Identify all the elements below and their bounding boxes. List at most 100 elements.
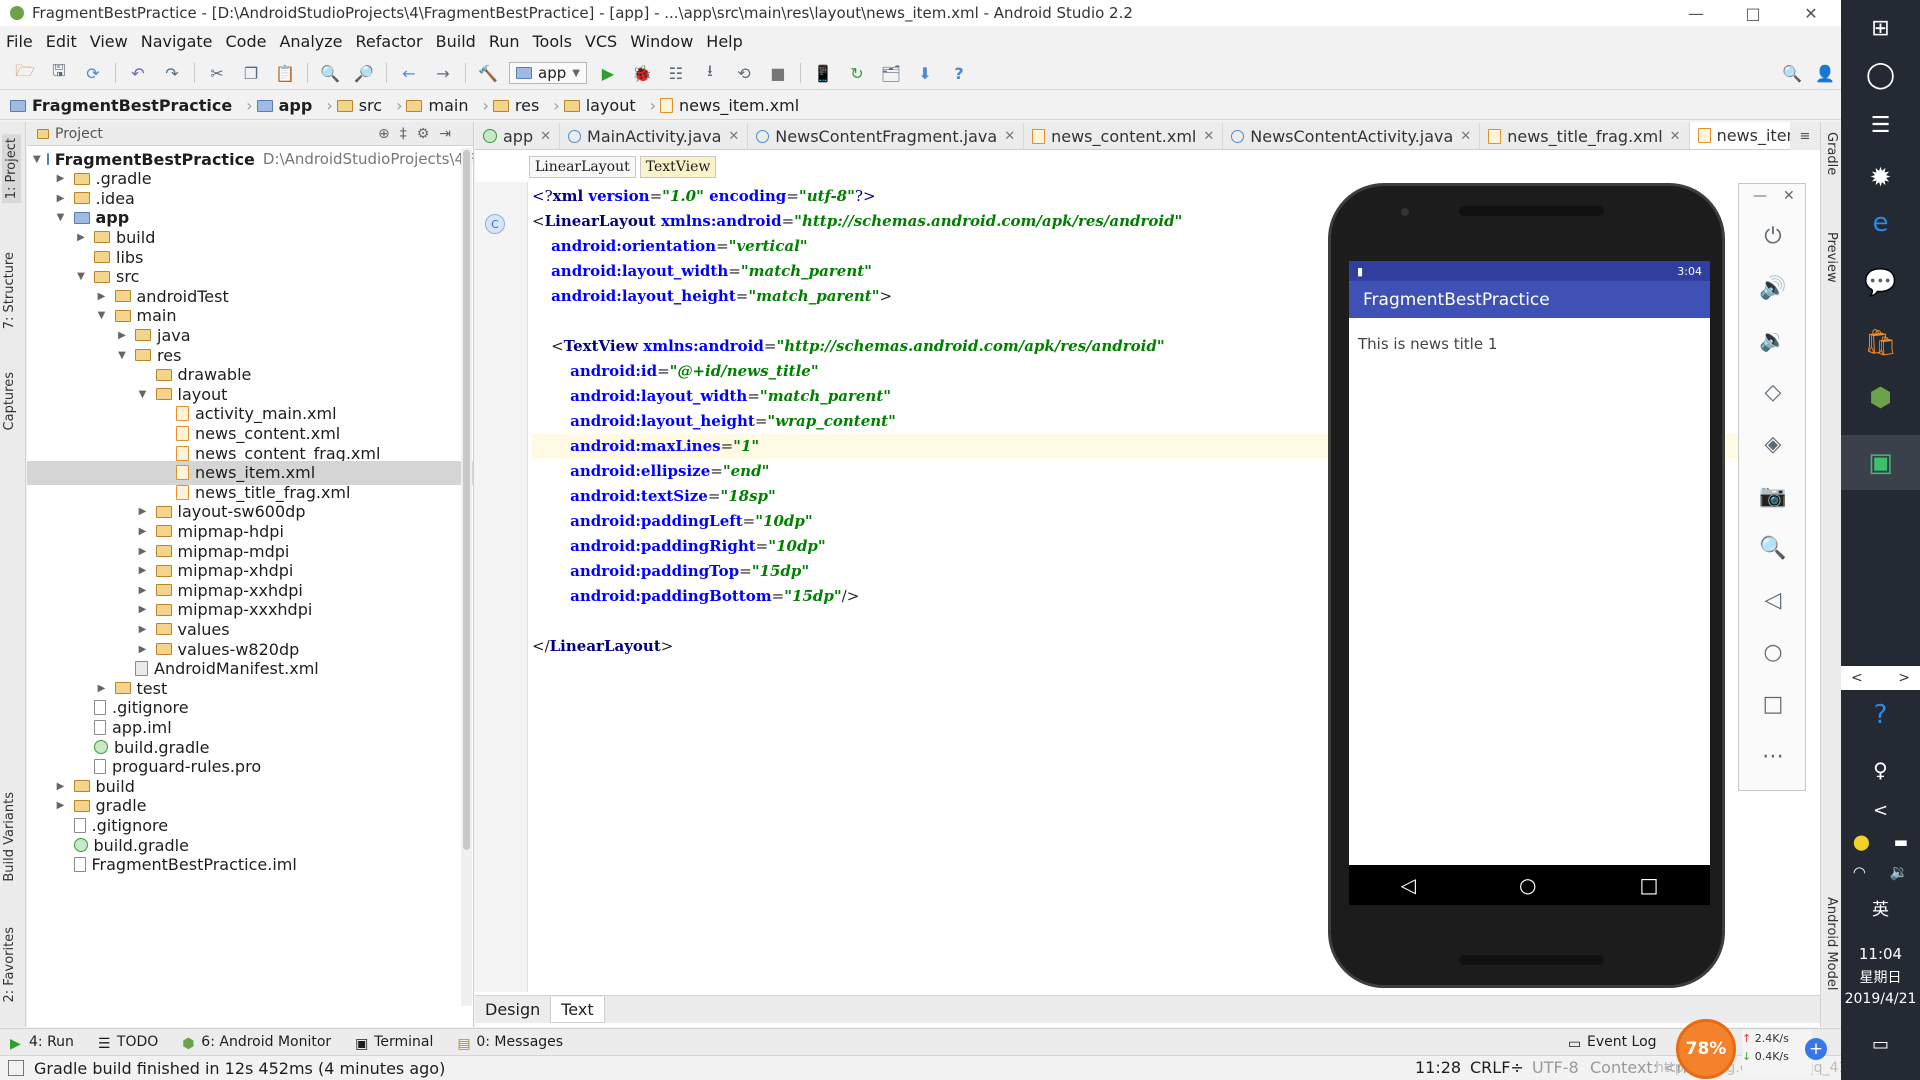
debug-icon[interactable]: 🐞 <box>630 62 654 84</box>
menu-tools[interactable]: Tools <box>527 32 579 51</box>
wechat-icon[interactable]: 💬 <box>1841 260 1920 305</box>
expand-arrow-icon[interactable]: ▶ <box>54 781 68 792</box>
tray-scroll[interactable]: < > <box>1841 666 1920 690</box>
run-tool-tab[interactable]: ▶ 4: Run <box>0 1034 88 1052</box>
breadcrumb-item[interactable]: app <box>256 96 312 115</box>
stop-icon[interactable]: ■ <box>766 62 790 84</box>
network-speed-ball[interactable]: 78% <box>1676 1019 1736 1079</box>
android-studio-task-icon[interactable]: ⬢ <box>1841 375 1920 420</box>
nav-home-icon[interactable]: ○ <box>1519 873 1536 897</box>
make-project-icon[interactable]: 🔨 <box>476 62 500 84</box>
open-folder-icon[interactable]: 🗁 <box>13 61 37 84</box>
android-model-tool-tab[interactable]: Android Model <box>1824 897 1839 990</box>
user-icon[interactable]: 👤 <box>1813 62 1837 84</box>
line-separator[interactable]: CRLF÷ <box>1470 1058 1524 1077</box>
plus-badge-icon[interactable]: + <box>1805 1038 1827 1060</box>
gradle-sync-icon[interactable]: ↻ <box>845 62 869 84</box>
cortana-icon[interactable]: ◯ <box>1841 55 1920 95</box>
favorites-tool-tab[interactable]: 2: Favorites <box>2 927 17 1003</box>
active-window-icon[interactable]: ▣ <box>1841 435 1920 490</box>
profile-icon[interactable]: ☷ <box>664 62 688 84</box>
project-view-label[interactable]: Project <box>55 126 103 142</box>
run-config-select[interactable]: app ▼ <box>509 62 587 84</box>
ime-indicator[interactable]: 英 <box>1841 893 1920 921</box>
minimize-button[interactable]: — <box>1668 0 1724 26</box>
editor-tab[interactable]: MainActivity.java ✕ <box>560 123 749 149</box>
expand-arrow-icon[interactable]: ▶ <box>95 683 109 694</box>
expand-arrow-icon[interactable]: ▶ <box>54 173 68 184</box>
expand-arrow-icon[interactable]: ▶ <box>136 565 150 576</box>
close-tab-icon[interactable]: ✕ <box>728 129 739 144</box>
text-tab[interactable]: Text <box>550 996 605 1023</box>
breadcrumb-item[interactable]: FragmentBestPractice <box>10 96 232 115</box>
app-icon[interactable]: ✹ <box>1841 155 1920 200</box>
cut-icon[interactable]: ✂ <box>205 62 229 84</box>
collapse-arrow-icon[interactable]: ▼ <box>54 212 68 223</box>
design-tab[interactable]: Design <box>475 997 550 1022</box>
xml-path-item[interactable]: TextView <box>639 156 717 178</box>
project-tool-tab[interactable]: 1: Project <box>2 134 21 204</box>
breadcrumb-item[interactable]: res <box>492 96 539 115</box>
structure-tool-tab[interactable]: 7: Structure <box>2 252 17 329</box>
terminal-tool-tab[interactable]: ▣ Terminal <box>345 1034 447 1052</box>
close-emulator-icon[interactable]: ✕ <box>1783 188 1795 204</box>
breadcrumb-item[interactable]: layout <box>563 96 636 115</box>
breadcrumb-item[interactable]: news_item.xml <box>660 96 799 115</box>
minimize-emulator-icon[interactable]: — <box>1753 188 1767 204</box>
sync-icon[interactable]: ⟳ <box>81 62 105 84</box>
people-icon[interactable]: ♀ <box>1841 750 1920 790</box>
expand-arrow-icon[interactable]: ▶ <box>136 546 150 557</box>
editor-tab[interactable]: news_content.xml ✕ <box>1024 123 1224 149</box>
expand-arrow-icon[interactable]: ▶ <box>136 604 150 615</box>
zoom-icon[interactable]: 🔍 <box>1759 534 1787 562</box>
clock-date[interactable]: 2019/4/21 <box>1841 988 1920 1010</box>
undo-icon[interactable]: ↶ <box>126 62 150 84</box>
editor-tab[interactable]: NewsContentFragment.java ✕ <box>748 123 1025 149</box>
menu-view[interactable]: View <box>84 32 135 51</box>
task-view-icon[interactable]: ☰ <box>1841 105 1920 145</box>
menu-help[interactable]: Help <box>700 32 749 51</box>
event-log-tool-tab[interactable]: ▭ Event Log <box>1558 1034 1671 1052</box>
menu-vcs[interactable]: VCS <box>579 32 624 51</box>
expand-arrow-icon[interactable]: ▶ <box>136 644 150 655</box>
close-tab-icon[interactable]: ✕ <box>1460 129 1471 144</box>
menu-window[interactable]: Window <box>624 32 700 51</box>
breadcrumb-item[interactable]: src <box>336 96 382 115</box>
volume-down-icon[interactable]: 🔉 <box>1759 326 1787 354</box>
tool-windows-toggle-icon[interactable] <box>8 1060 24 1076</box>
collapse-arrow-icon[interactable]: ▼ <box>95 310 109 321</box>
sdk-manager-icon[interactable]: ⬇ <box>913 62 937 84</box>
help-tray-icon[interactable]: ? <box>1841 695 1920 735</box>
caret-position[interactable]: 11:28 <box>1415 1058 1461 1077</box>
start-icon[interactable]: ⊞ <box>1841 8 1920 48</box>
menu-file[interactable]: File <box>0 32 40 51</box>
back-icon[interactable]: ← <box>397 62 421 84</box>
news-title-item[interactable]: This is news title 1 <box>1349 318 1710 353</box>
project-structure-icon[interactable]: 🗂 <box>879 62 903 84</box>
overview-icon[interactable]: □ <box>1759 690 1787 718</box>
home-icon[interactable]: ○ <box>1759 638 1787 666</box>
redo-icon[interactable]: ↷ <box>160 62 184 84</box>
tray-expand-icon[interactable]: < <box>1841 795 1920 825</box>
power-icon[interactable]: ⏻ <box>1759 222 1787 250</box>
file-encoding[interactable]: UTF-8 <box>1532 1058 1579 1077</box>
expand-arrow-icon[interactable]: ▶ <box>95 291 109 302</box>
ie-icon[interactable]: e <box>1841 200 1920 245</box>
store-icon[interactable]: 🛍 <box>1841 320 1920 365</box>
copy-icon[interactable]: ❐ <box>239 62 263 84</box>
find-icon[interactable]: 🔍 <box>318 62 342 84</box>
maximize-button[interactable]: □ <box>1725 0 1781 26</box>
expand-arrow-icon[interactable]: ▶ <box>136 506 150 517</box>
rotate-right-icon[interactable]: ◈ <box>1759 430 1787 458</box>
tray-icons-row1[interactable]: ⬤ ▬ <box>1841 828 1920 856</box>
notifications-icon[interactable]: ▭ <box>1841 1030 1920 1058</box>
menu-build[interactable]: Build <box>430 32 483 51</box>
nav-back-icon[interactable]: ◁ <box>1401 873 1416 897</box>
tree-item[interactable]: FragmentBestPractice.iml <box>27 853 473 877</box>
messages-tool-tab[interactable]: ▤ 0: Messages <box>447 1034 577 1052</box>
expand-arrow-icon[interactable]: ▶ <box>54 800 68 811</box>
expand-arrow-icon[interactable]: ▶ <box>54 193 68 204</box>
paste-icon[interactable]: 📋 <box>273 62 297 84</box>
expand-arrow-icon[interactable]: ▶ <box>74 232 88 243</box>
close-button[interactable]: ✕ <box>1783 0 1839 26</box>
